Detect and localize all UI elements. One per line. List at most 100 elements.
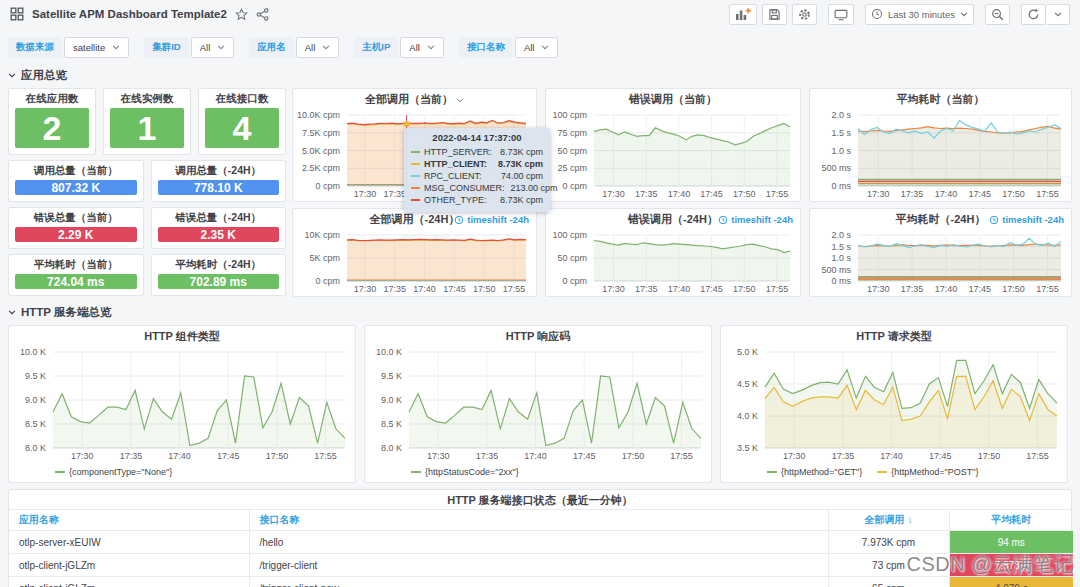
legend-item[interactable]: {httpStatusCode="2xx"} — [411, 467, 519, 477]
share-icon[interactable] — [256, 8, 269, 21]
dashboard-settings-button[interactable] — [792, 4, 817, 25]
panel-title[interactable]: HTTP 请求类型 — [721, 326, 1067, 347]
svg-text:0 cpm: 0 cpm — [562, 276, 587, 286]
filter-value-dropdown[interactable]: satellite — [64, 37, 129, 58]
stat-value: 2.29 K — [15, 227, 137, 242]
stat-panel: 错误总量（-24H）2.35 K — [151, 207, 287, 249]
panel-latency-current: 平均耗时（当前） 0 ms500 ms1.0 s1.5 s2.0 s17:301… — [809, 88, 1072, 202]
svg-text:17:30: 17:30 — [602, 284, 625, 294]
svg-text:100 cpm: 100 cpm — [552, 110, 587, 120]
section-header-http[interactable]: HTTP 服务端总览 — [8, 305, 112, 320]
stat-value: 807.32 K — [15, 180, 137, 195]
time-range-label: Last 30 minutes — [888, 9, 955, 20]
zoom-out-button[interactable] — [985, 4, 1010, 25]
panel-title[interactable]: 平均耗时（当前） — [810, 89, 1071, 110]
latency-24h-chart[interactable]: 0 ms500 ms1.0 s1.5 s2.0 s17:3017:3517:40… — [810, 230, 1071, 296]
svg-text:17:55: 17:55 — [670, 451, 693, 461]
stat-title: 调用总量（当前） — [9, 161, 143, 178]
stat-title: 错误总量（当前） — [9, 208, 143, 225]
legend-item[interactable]: {componentType="None"} — [55, 467, 172, 477]
http-method-chart[interactable]: 3.5 K4.0 K4.5 K5.0 K17:3017:3517:4017:45… — [721, 347, 1067, 463]
svg-text:25 cpm: 25 cpm — [557, 163, 587, 173]
timeshift-badge: timeshift -24h — [989, 209, 1064, 230]
panel-title[interactable]: 错误调用（当前） — [546, 89, 800, 110]
table-header-0[interactable]: 应用名称 — [9, 510, 249, 531]
stat-value: 1 — [110, 108, 184, 148]
legend-item[interactable]: {httpMethod="POST"} — [877, 467, 978, 477]
svg-text:17:50: 17:50 — [266, 451, 289, 461]
table-header-2[interactable]: 全部调用 ↓ — [828, 510, 949, 531]
stat-panel: 调用总量（-24H）778.10 K — [151, 160, 287, 202]
svg-text:0 cpm: 0 cpm — [315, 276, 340, 286]
svg-text:17:30: 17:30 — [867, 284, 890, 294]
svg-text:17:45: 17:45 — [573, 451, 596, 461]
svg-text:1.5 s: 1.5 s — [831, 128, 851, 138]
panel-title[interactable]: HTTP 响应码 — [365, 326, 711, 347]
svg-text:9.5 K: 9.5 K — [25, 371, 46, 381]
refresh-interval-dropdown[interactable] — [1046, 4, 1070, 25]
save-dashboard-button[interactable] — [762, 4, 787, 25]
svg-text:0 cpm: 0 cpm — [562, 181, 587, 191]
cell-path: /hello — [249, 531, 828, 554]
svg-text:17:40: 17:40 — [935, 189, 958, 199]
refresh-button[interactable] — [1021, 4, 1046, 25]
svg-text:0 ms: 0 ms — [831, 181, 851, 191]
panel-title: 平均耗时（-24H） — [896, 213, 986, 225]
table-header-1[interactable]: 接口名称 — [249, 510, 828, 531]
panel-errors-current: 错误调用（当前） 0 cpm25 cpm50 cpm75 cpm100 cpm1… — [545, 88, 801, 202]
svg-text:17:30: 17:30 — [71, 451, 94, 461]
svg-text:8.5 K: 8.5 K — [381, 419, 402, 429]
legend-item[interactable]: {httpMethod="GET"} — [767, 467, 862, 477]
svg-text:3.5 K: 3.5 K — [737, 443, 758, 453]
stat-panel: 平均耗时（-24H）702.89 ms — [151, 254, 287, 296]
chart-legend[interactable]: {httpMethod="GET"} {httpMethod="POST"} — [767, 467, 978, 477]
stat-value: 2 — [15, 108, 89, 148]
filter-value-dropdown[interactable]: All — [296, 37, 340, 58]
chart-legend[interactable]: {httpStatusCode="2xx"} — [411, 467, 519, 477]
svg-text:100 cpm: 100 cpm — [552, 230, 587, 240]
timeshift-badge: timeshift -24h — [454, 209, 529, 230]
stats-big-row: 在线应用数2在线实例数1在线接口数4 — [8, 88, 286, 155]
http-component-chart[interactable]: 8.0 K8.5 K9.0 K9.5 K10.0 K17:3017:3517:4… — [9, 347, 355, 463]
table-header-3[interactable]: 平均耗时 — [949, 510, 1073, 531]
tv-mode-button[interactable] — [828, 4, 854, 25]
svg-text:8.0 K: 8.0 K — [381, 443, 402, 453]
section-header-overview[interactable]: 应用总览 — [8, 68, 67, 83]
filter-value-dropdown[interactable]: All — [191, 37, 235, 58]
errors-24h-chart[interactable]: 0 cpm50 cpm100 cpm17:3017:3517:4017:4517… — [546, 230, 800, 296]
panel-http-method: HTTP 请求类型 3.5 K4.0 K4.5 K5.0 K17:3017:35… — [720, 325, 1068, 483]
tooltip-timestamp: 2022-04-14 17:37:00 — [411, 132, 543, 143]
dashboard-title: Satellite APM Dashboard Template2 — [32, 8, 227, 20]
svg-text:17:45: 17:45 — [700, 189, 723, 199]
svg-text:5.0 K: 5.0 K — [737, 347, 758, 357]
latency-current-chart[interactable]: 0 ms500 ms1.0 s1.5 s2.0 s17:3017:3517:40… — [810, 110, 1071, 201]
filter-label: 应用名 — [249, 37, 294, 58]
add-panel-button[interactable] — [729, 4, 757, 25]
svg-text:17:35: 17:35 — [635, 284, 658, 294]
svg-text:7.5K cpm: 7.5K cpm — [302, 128, 340, 138]
time-range-picker[interactable]: Last 30 minutes — [865, 4, 974, 25]
panel-latency-24h: 平均耗时（-24H） timeshift -24h 0 ms500 ms1.0 … — [809, 208, 1072, 297]
filter-value-dropdown[interactable]: All — [400, 37, 444, 58]
filter-value-dropdown[interactable]: All — [515, 37, 559, 58]
panel-title[interactable]: HTTP 组件类型 — [9, 326, 355, 347]
svg-text:10K cpm: 10K cpm — [304, 230, 340, 240]
http-status-chart[interactable]: 8.0 K8.5 K9.0 K9.5 K10.0 K17:3017:3517:4… — [365, 347, 711, 463]
filter-接口名称: 接口名称All — [459, 37, 559, 58]
svg-text:17:50: 17:50 — [1002, 284, 1025, 294]
svg-text:17:55: 17:55 — [1026, 451, 1049, 461]
star-icon[interactable] — [235, 8, 248, 21]
svg-text:75 cpm: 75 cpm — [557, 128, 587, 138]
svg-text:17:50: 17:50 — [733, 189, 756, 199]
svg-text:17:35: 17:35 — [832, 451, 855, 461]
svg-text:17:35: 17:35 — [476, 451, 499, 461]
cell-duration: 4.079 s — [949, 577, 1073, 587]
svg-text:17:40: 17:40 — [668, 284, 691, 294]
calls-24h-chart[interactable]: 0 cpm5K cpm10K cpm17:3017:3517:4017:4517… — [293, 230, 536, 296]
errors-current-chart[interactable]: 0 cpm25 cpm50 cpm75 cpm100 cpm17:3017:35… — [546, 110, 800, 201]
chart-legend[interactable]: {componentType="None"} — [55, 467, 172, 477]
svg-text:17:35: 17:35 — [901, 284, 924, 294]
svg-text:0 ms: 0 ms — [831, 276, 851, 286]
stat-panel: 平均耗时（当前）724.04 ms — [8, 254, 144, 296]
svg-text:50 cpm: 50 cpm — [557, 253, 587, 263]
